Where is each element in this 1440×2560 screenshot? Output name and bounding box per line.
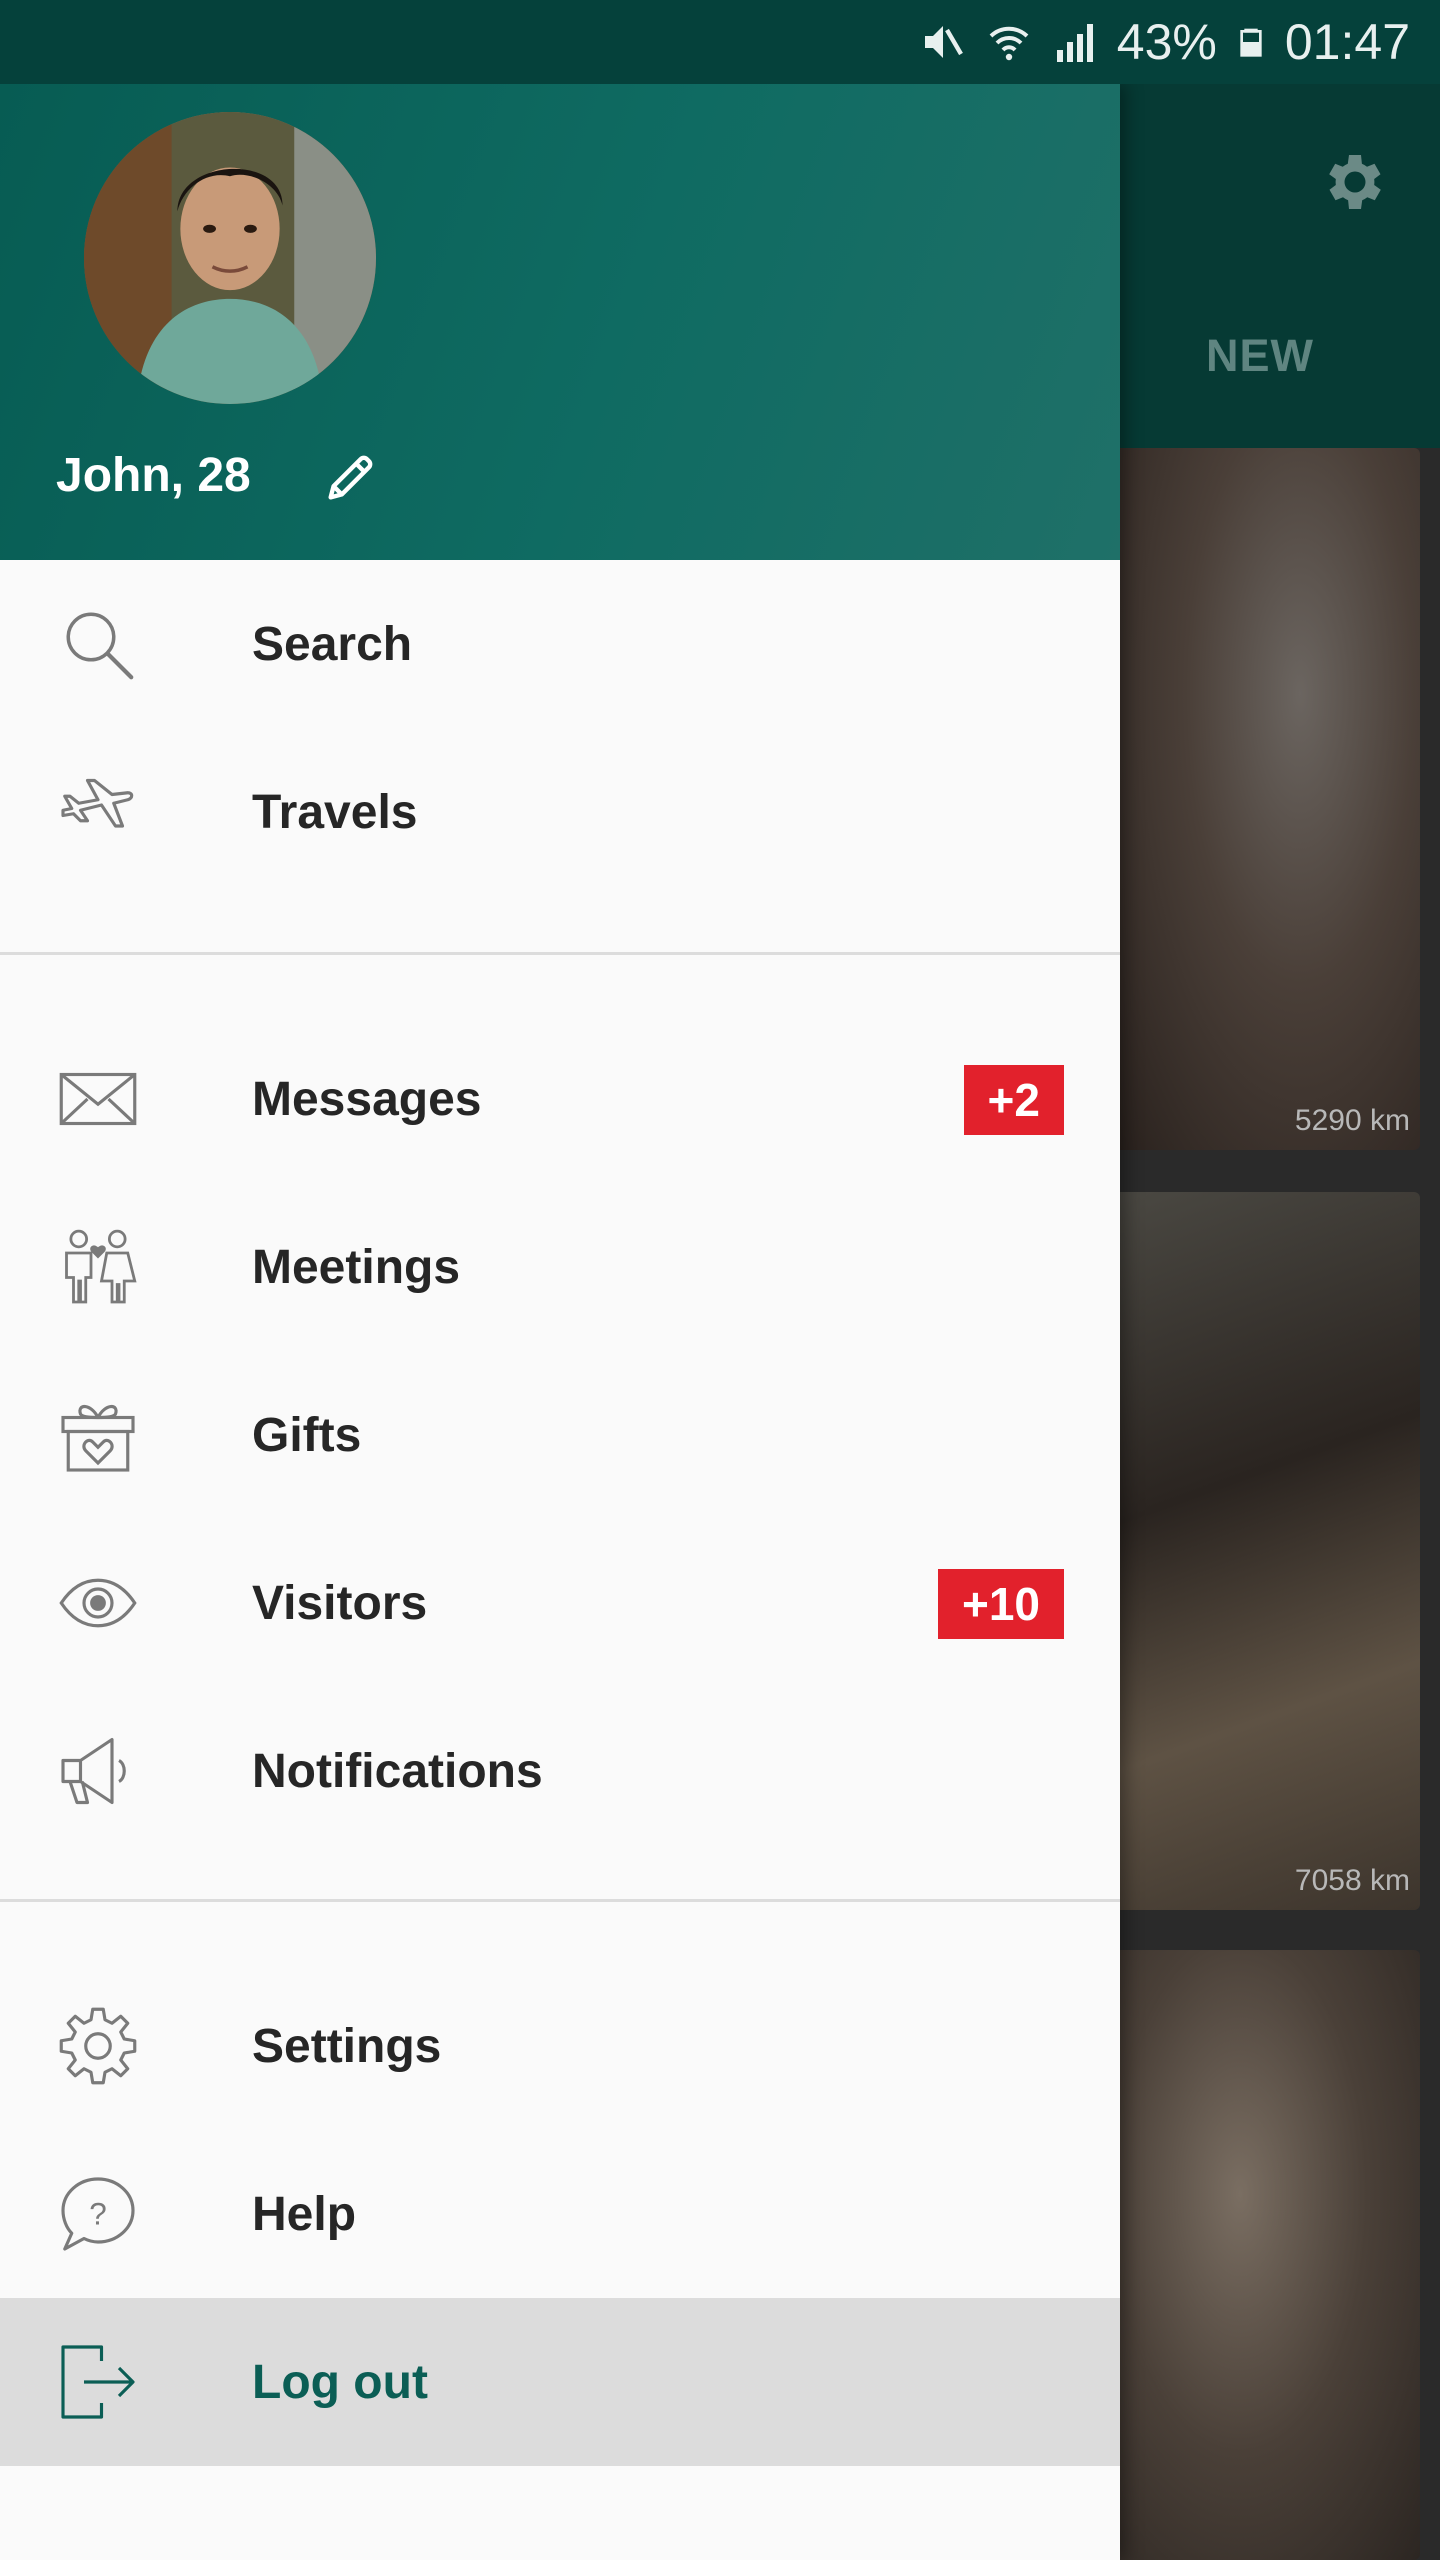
megaphone-icon bbox=[56, 1729, 140, 1813]
navigation-drawer: John, 28 Search Travels Messages +2 Meet… bbox=[0, 84, 1120, 2560]
profile-photo-card[interactable] bbox=[1120, 1950, 1420, 2560]
menu-section-system: Settings ? Help Log out bbox=[0, 1902, 1120, 2466]
wifi-icon bbox=[989, 26, 1029, 61]
menu-label: Log out bbox=[252, 2355, 428, 2409]
menu-item-visitors[interactable]: Visitors +10 bbox=[0, 1519, 1120, 1687]
avatar[interactable] bbox=[84, 112, 376, 404]
status-bar: 43% 01:47 bbox=[0, 0, 1440, 84]
menu-label: Settings bbox=[252, 2019, 442, 2073]
airplane-icon bbox=[56, 770, 140, 854]
messages-badge: +2 bbox=[963, 1065, 1064, 1135]
profile-name: John, 28 bbox=[56, 449, 251, 502]
menu-item-gifts[interactable]: Gifts bbox=[0, 1351, 1120, 1519]
menu-item-notifications[interactable]: Notifications bbox=[0, 1687, 1120, 1855]
gift-icon bbox=[56, 1393, 140, 1477]
status-icons: 43% 01:47 bbox=[919, 0, 1410, 84]
menu-item-messages[interactable]: Messages +2 bbox=[0, 1015, 1120, 1183]
battery-percent: 43% bbox=[1116, 14, 1217, 70]
menu-item-travels[interactable]: Travels bbox=[0, 728, 1120, 896]
menu-section-primary: Search Travels bbox=[0, 560, 1120, 896]
drawer-header: John, 28 bbox=[0, 84, 1120, 560]
pencil-icon bbox=[328, 455, 373, 500]
profile-photo-card[interactable]: 7058 km bbox=[1120, 1192, 1420, 1910]
clock: 01:47 bbox=[1284, 14, 1410, 70]
menu-label: Travels bbox=[252, 785, 418, 839]
gear-icon bbox=[56, 2004, 140, 2088]
menu-label: Gifts bbox=[252, 1408, 362, 1462]
distance-label: 5290 km bbox=[1294, 1104, 1410, 1137]
distance-label: 7058 km bbox=[1294, 1864, 1410, 1897]
logout-icon bbox=[56, 2340, 140, 2424]
menu-item-logout[interactable]: Log out bbox=[0, 2298, 1120, 2466]
menu-label: Visitors bbox=[252, 1576, 428, 1630]
search-icon bbox=[56, 602, 140, 686]
svg-text:?: ? bbox=[89, 2196, 107, 2232]
envelope-icon bbox=[56, 1057, 140, 1141]
signal-icon bbox=[1056, 24, 1093, 62]
menu-item-search[interactable]: Search bbox=[0, 560, 1120, 728]
mute-icon bbox=[924, 26, 963, 58]
help-bubble-icon: ? bbox=[56, 2172, 140, 2256]
battery-icon bbox=[1240, 28, 1262, 57]
menu-label: Search bbox=[252, 617, 413, 671]
gear-icon[interactable] bbox=[1316, 146, 1388, 218]
profile-photo-card[interactable]: 5290 km bbox=[1120, 448, 1420, 1150]
menu-label: Meetings bbox=[252, 1240, 461, 1294]
couple-icon bbox=[56, 1225, 140, 1309]
menu-section-social: Messages +2 Meetings Gifts Visitors +10 … bbox=[0, 955, 1120, 1855]
menu-label: Notifications bbox=[252, 1744, 543, 1798]
edit-profile-button[interactable] bbox=[318, 446, 382, 510]
menu-item-settings[interactable]: Settings bbox=[0, 1962, 1120, 2130]
menu-label: Messages bbox=[252, 1072, 482, 1126]
eye-icon bbox=[56, 1561, 140, 1645]
menu-item-meetings[interactable]: Meetings bbox=[0, 1183, 1120, 1351]
menu-label: Help bbox=[252, 2187, 357, 2241]
visitors-badge: +10 bbox=[937, 1569, 1064, 1639]
tab-new[interactable]: NEW bbox=[1160, 330, 1360, 382]
menu-item-help[interactable]: ? Help bbox=[0, 2130, 1120, 2298]
